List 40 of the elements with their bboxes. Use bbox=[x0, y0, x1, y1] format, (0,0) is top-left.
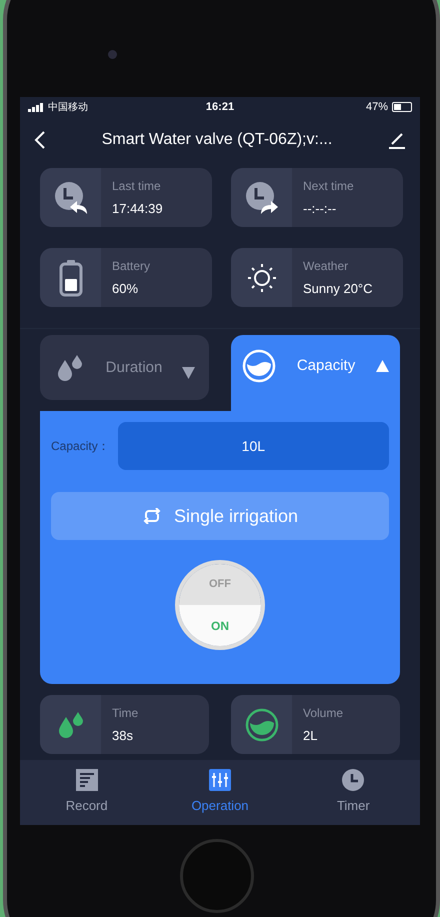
card-label: Volume bbox=[303, 704, 344, 722]
back-icon[interactable] bbox=[34, 131, 46, 149]
card-value: 17:44:39 bbox=[112, 200, 163, 218]
caret-down-icon bbox=[182, 367, 196, 379]
battery-status-icon bbox=[392, 102, 412, 112]
clock-forward-icon bbox=[244, 180, 280, 216]
carrier-text: 中国移动 bbox=[48, 100, 88, 114]
battery-icon bbox=[58, 258, 82, 296]
card-value: 38s bbox=[112, 726, 134, 745]
document-icon bbox=[76, 769, 98, 792]
repeat-icon bbox=[142, 508, 162, 524]
card-value: --:--:-- bbox=[303, 200, 338, 218]
battery-percent: 47% bbox=[366, 100, 388, 115]
nav-tab[interactable]: Record bbox=[20, 769, 154, 816]
card-value: Sunny 20°C bbox=[303, 280, 373, 298]
sliders-icon bbox=[208, 769, 231, 792]
clock-reply-icon bbox=[52, 180, 88, 216]
clock-text: 16:21 bbox=[206, 100, 234, 115]
capacity-field[interactable]: 10L bbox=[118, 422, 389, 470]
single-irrigation-button[interactable]: Single irrigation bbox=[51, 492, 389, 540]
nav-tab[interactable]: Timer bbox=[286, 769, 420, 816]
card-label: Last time bbox=[112, 178, 162, 195]
card-value: 2L bbox=[303, 726, 318, 745]
water-level-icon bbox=[242, 349, 276, 383]
edit-icon[interactable] bbox=[388, 131, 406, 149]
power-switch[interactable]: OFF ON bbox=[175, 560, 265, 650]
mode-tab[interactable]: Capacity bbox=[231, 335, 400, 411]
card-value: 60% bbox=[112, 280, 140, 298]
card-label: Battery bbox=[112, 258, 150, 275]
clock-icon bbox=[342, 769, 364, 792]
capacity-label: Capacity： bbox=[51, 438, 110, 455]
mode-tab[interactable]: Duration bbox=[40, 335, 210, 400]
card-label: Next time bbox=[303, 178, 354, 195]
page-title: Smart Water valve (QT-06Z);v:... bbox=[100, 130, 334, 150]
caret-up-icon bbox=[376, 360, 389, 372]
card-label: Time bbox=[112, 704, 138, 722]
card-label: Weather bbox=[303, 258, 350, 275]
water-level-icon bbox=[244, 708, 278, 742]
nav-tab[interactable]: Operation bbox=[153, 769, 287, 816]
signal-icon bbox=[28, 102, 44, 112]
